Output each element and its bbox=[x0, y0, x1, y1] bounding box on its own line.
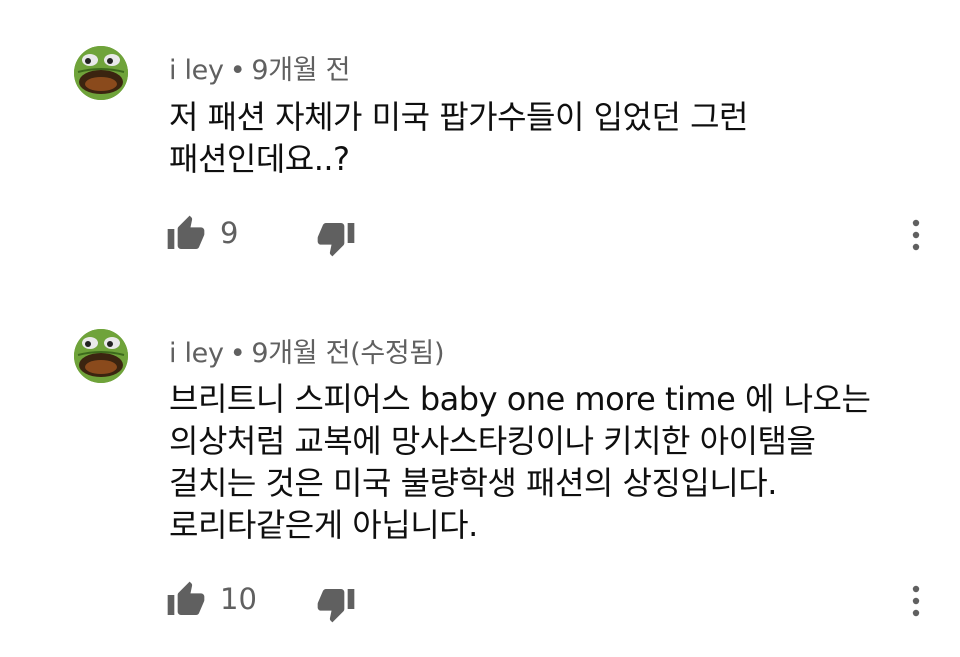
more-options-button[interactable] bbox=[904, 580, 928, 620]
separator: • bbox=[229, 338, 246, 369]
author-name[interactable]: i ley bbox=[169, 55, 224, 86]
comment-header: i ley • 9개월 전 bbox=[169, 48, 350, 87]
separator: • bbox=[229, 55, 246, 86]
comment-line: 걸치는 것은 미국 불량학생 패션의 상징입니다. bbox=[169, 464, 777, 502]
thumbs-down-icon bbox=[317, 223, 355, 257]
like-button[interactable] bbox=[166, 214, 206, 254]
timestamp[interactable]: 9개월 전 bbox=[251, 55, 350, 86]
timestamp[interactable]: 9개월 전(수정됨) bbox=[251, 338, 444, 369]
thumbs-down-icon bbox=[317, 589, 355, 623]
more-options-button[interactable] bbox=[904, 214, 928, 254]
comment-line: 의상처럼 교복에 망사스타킹이나 키치한 아이탬을 bbox=[169, 422, 816, 460]
like-count: 10 bbox=[220, 582, 257, 616]
author-name[interactable]: i ley bbox=[169, 338, 224, 369]
comment-text: 브리트니 스피어스 baby one more time 에 나오는 의상처럼 … bbox=[169, 378, 871, 546]
comment-header: i ley • 9개월 전(수정됨) bbox=[169, 331, 445, 370]
frog-avatar-icon bbox=[74, 46, 128, 100]
avatar[interactable] bbox=[74, 46, 128, 100]
comment-actions: 10 bbox=[0, 580, 960, 623]
dislike-button[interactable] bbox=[316, 218, 356, 258]
like-button[interactable] bbox=[166, 580, 206, 620]
more-vert-icon bbox=[912, 219, 920, 251]
comment-line: 패션인데요..? bbox=[169, 140, 350, 178]
frog-avatar-icon bbox=[74, 329, 128, 383]
comment-actions: 9 bbox=[0, 214, 960, 257]
like-count: 9 bbox=[220, 216, 239, 250]
dislike-button[interactable] bbox=[316, 584, 356, 624]
comment-line: 저 패션 자체가 미국 팝가수들이 입었던 그런 bbox=[169, 98, 748, 136]
more-vert-icon bbox=[912, 585, 920, 617]
comment-line: 브리트니 스피어스 baby one more time 에 나오는 bbox=[169, 380, 871, 418]
thumbs-up-icon bbox=[167, 215, 205, 249]
comment-text: 저 패션 자체가 미국 팝가수들이 입었던 그런 패션인데요..? bbox=[169, 96, 748, 180]
avatar[interactable] bbox=[74, 329, 128, 383]
thumbs-up-icon bbox=[167, 581, 205, 615]
comment-line: 로리타같은게 아닙니다. bbox=[169, 506, 478, 544]
